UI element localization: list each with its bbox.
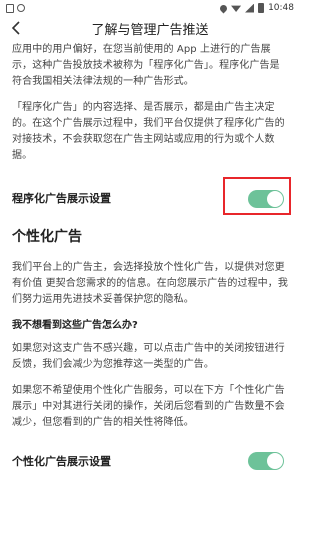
toggle-knob bbox=[267, 453, 283, 469]
back-button[interactable] bbox=[6, 18, 26, 38]
status-bar: 10:48 bbox=[0, 0, 300, 16]
page-title: 了解与管理广告推送 bbox=[91, 22, 209, 38]
programmatic-toggle[interactable] bbox=[248, 190, 284, 208]
chevron-left-icon bbox=[11, 21, 20, 35]
clock: 10:48 bbox=[268, 3, 294, 13]
intro-paragraph: 应用中的用户偏好，在您当前使用的 App 上进行的广告展示，这种广告投放技术被称… bbox=[12, 44, 280, 87]
programmatic-paragraph: 「程序化广告」的内容选择、是否展示，都是由广告主决定的。在这个广告展示过程中，我… bbox=[12, 102, 285, 161]
programmatic-setting-label: 程序化广告展示设置 bbox=[12, 192, 111, 205]
faq-paragraph-2: 如果您不希望使用个性化广告服务，可以在下方「个性化广告展示」中对其进行关闭的操作… bbox=[12, 385, 285, 428]
personalized-section-title: 个性化广告 bbox=[12, 229, 82, 245]
faq-paragraph-1: 如果您对这支广告不感兴趣，可以点击广告中的关闭按钮进行反馈，我们会减少为您推荐这… bbox=[12, 343, 285, 370]
personalized-paragraph: 我们平台上的广告主，会选择投放个性化广告，以提供对您更有价值 更契合您需求的的信… bbox=[12, 262, 288, 305]
personalized-toggle[interactable] bbox=[248, 452, 284, 470]
personalized-setting-label: 个性化广告展示设置 bbox=[12, 455, 111, 468]
nav-bar: 了解与管理广告推送 bbox=[0, 16, 300, 40]
status-right: 10:48 bbox=[218, 3, 294, 13]
content: 应用中的用户偏好，在您当前使用的 App 上进行的广告展示，这种广告投放技术被称… bbox=[0, 42, 300, 475]
wifi-icon bbox=[231, 5, 242, 12]
status-left bbox=[6, 3, 25, 13]
faq-title: 我不想看到这些广告怎么办? bbox=[12, 320, 138, 331]
battery-icon bbox=[258, 3, 265, 13]
personalized-setting-row: 个性化广告展示设置 bbox=[12, 447, 288, 475]
programmatic-toggle-wrap bbox=[223, 177, 291, 215]
circle-icon bbox=[17, 4, 25, 12]
signal-icon bbox=[245, 3, 255, 13]
sim-icon bbox=[6, 3, 14, 13]
toggle-knob bbox=[267, 191, 283, 207]
location-icon bbox=[218, 3, 229, 13]
programmatic-setting-row: 程序化广告展示设置 bbox=[12, 177, 291, 215]
